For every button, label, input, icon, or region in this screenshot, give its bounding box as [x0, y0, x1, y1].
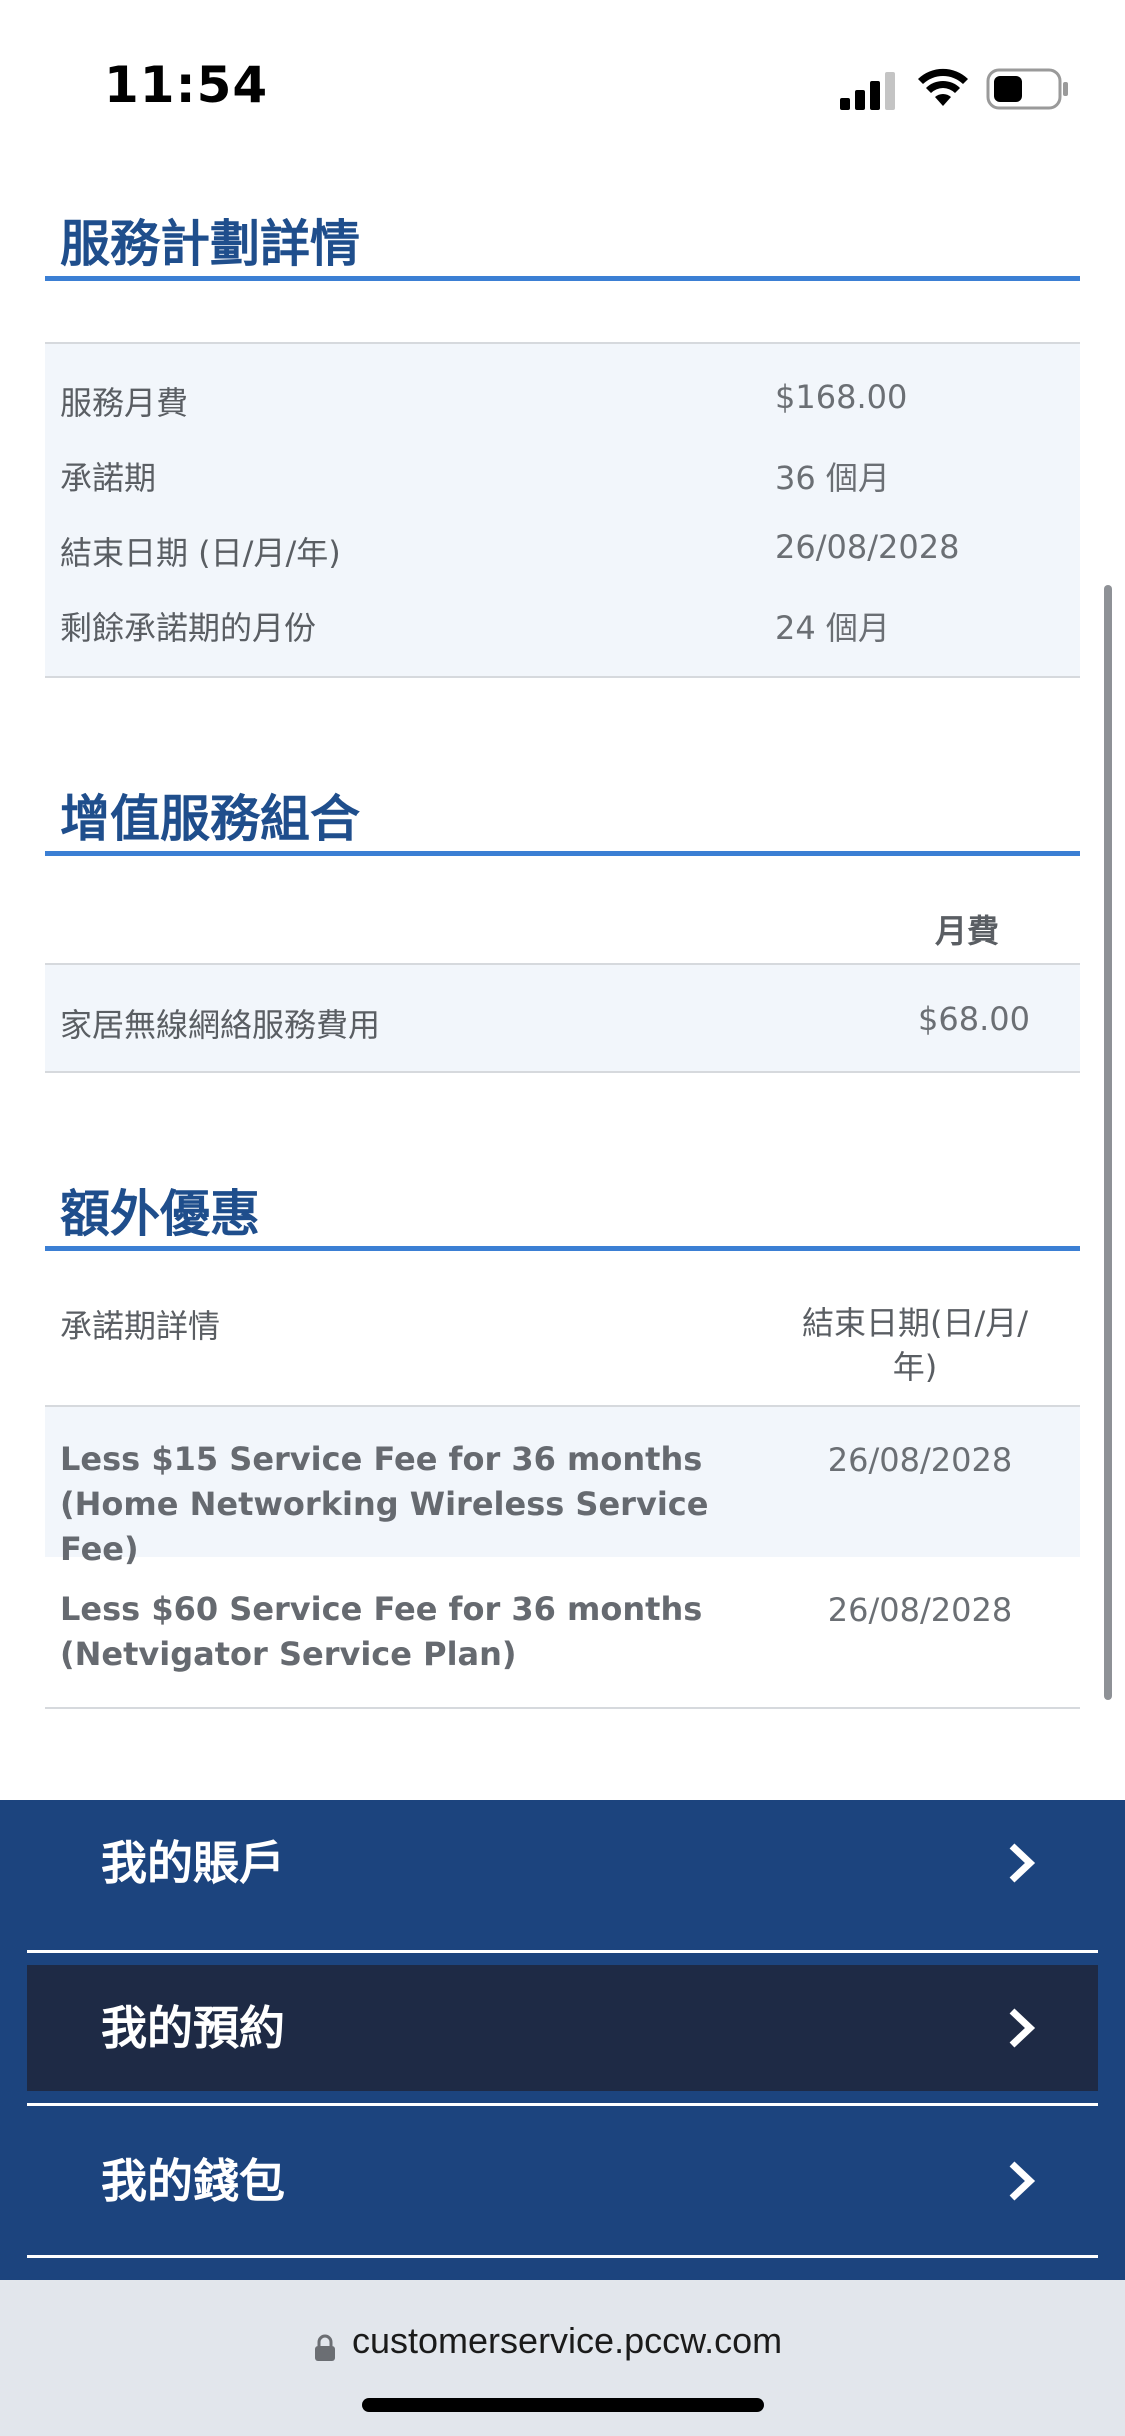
plan-details-title: 服務計劃詳情	[60, 215, 360, 273]
value-added-title: 增值服務組合	[60, 790, 360, 848]
monthly-fee-header: 月費	[935, 912, 1000, 950]
bottom-nav: 我的賬戶 我的預約 我的錢包	[0, 1800, 1125, 2280]
end-date-header: 結束日期(日/月/年)	[801, 1304, 1029, 1386]
nav-item-label: 我的錢包	[101, 2154, 285, 2208]
plan-details-rule	[45, 276, 1080, 281]
plan-row-value: 36 個月	[775, 459, 890, 497]
extra-offers-rule	[45, 1246, 1080, 1251]
nav-item-label: 我的預約	[101, 2001, 285, 2055]
browser-url-bar[interactable]: customerservice.pccw.com	[0, 2280, 1125, 2436]
value-added-row-value: $68.00	[918, 1000, 1030, 1038]
plan-row-label: 承諾期	[60, 459, 157, 497]
plan-row-value: $168.00	[775, 378, 908, 416]
nav-separator	[27, 2255, 1098, 2258]
offer-row-date: 26/08/2028	[827, 1441, 1013, 1479]
nav-separator	[27, 1950, 1098, 1953]
plan-row-label: 剩餘承諾期的月份	[60, 609, 317, 647]
value-added-rule	[45, 851, 1080, 856]
cellular-signal-icon	[840, 72, 895, 110]
plan-row-value: 24 個月	[775, 609, 890, 647]
lock-icon	[315, 2334, 335, 2361]
url-text[interactable]: customerservice.pccw.com	[352, 2320, 782, 2362]
battery-icon	[986, 68, 1068, 110]
nav-separator	[27, 2103, 1098, 2106]
page-scrollbar[interactable]	[1104, 585, 1112, 1700]
wifi-icon	[918, 68, 968, 106]
commitment-details-header: 承諾期詳情	[60, 1307, 221, 1345]
home-indicator	[362, 2398, 764, 2412]
offer-row-date: 26/08/2028	[827, 1591, 1013, 1629]
offer-row-text: Less $15 Service Fee for 36 months (Home…	[60, 1440, 709, 1568]
status-time: 11:54	[104, 56, 269, 114]
plan-row-value: 26/08/2028	[775, 528, 960, 566]
offer-row-text: Less $60 Service Fee for 36 months (Netv…	[60, 1590, 703, 1673]
chevron-right-icon	[1009, 1843, 1036, 1883]
status-bar: 11:54	[0, 0, 1125, 150]
nav-item-my-appointments[interactable]: 我的預約	[27, 1965, 1098, 2091]
offers-bottom-divider	[45, 1707, 1080, 1709]
nav-item-my-account[interactable]: 我的賬戶	[27, 1800, 1098, 1926]
chevron-right-icon	[1009, 2161, 1036, 2201]
nav-item-my-wallet[interactable]: 我的錢包	[27, 2118, 1098, 2244]
value-added-row-label: 家居無線網絡服務費用	[60, 1006, 381, 1044]
plan-row-label: 結束日期 (日/月/年)	[60, 534, 341, 572]
nav-item-label: 我的賬戶	[101, 1836, 285, 1890]
chevron-right-icon	[1009, 2008, 1036, 2048]
plan-row-label: 服務月費	[60, 384, 189, 422]
extra-offers-title: 額外優惠	[60, 1185, 260, 1243]
